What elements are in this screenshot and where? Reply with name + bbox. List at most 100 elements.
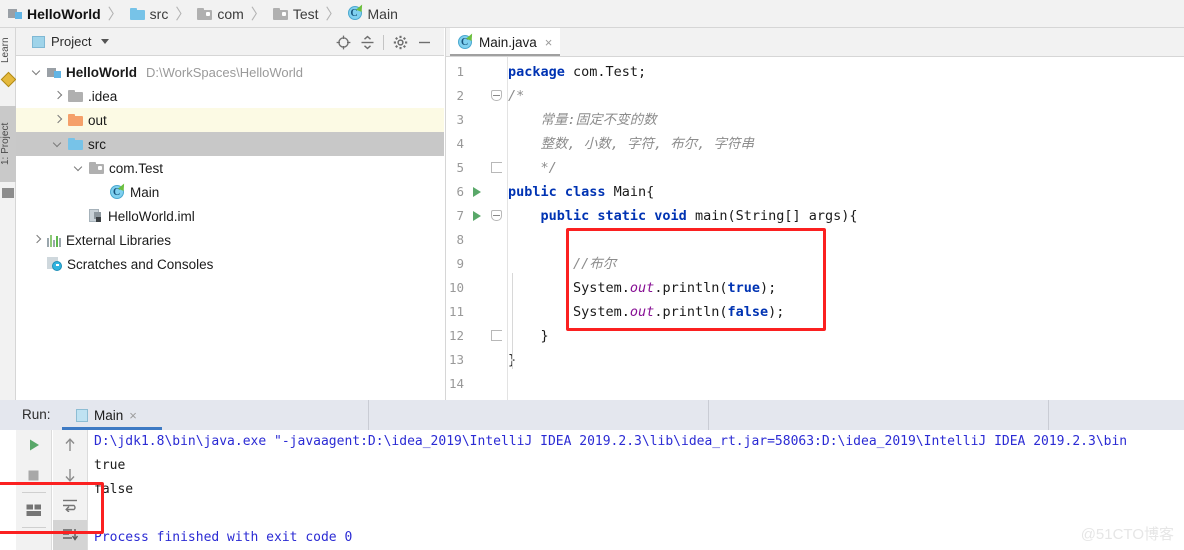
run-tab-main[interactable]: Main × (62, 400, 162, 430)
chevron-down-icon[interactable] (72, 161, 86, 175)
code-fold-end-icon[interactable] (491, 324, 502, 348)
chevron-right-icon[interactable] (51, 113, 65, 127)
tree-node-label: Scratches and Consoles (67, 256, 214, 272)
tree-node-helloworld-iml[interactable]: HelloWorld.iml (16, 204, 444, 228)
run-gutter-icon[interactable] (472, 180, 484, 204)
console-line: true (94, 458, 126, 473)
editor-tab-label: Main.java (479, 34, 537, 50)
code-token: .println( (654, 304, 728, 320)
tree-node-icon-wrap (89, 162, 104, 174)
code-token: 常量:固定不变的数 (508, 112, 657, 128)
close-icon[interactable]: × (545, 35, 553, 50)
minimize-icon[interactable] (412, 28, 436, 56)
code-fold-open-icon[interactable] (491, 204, 502, 228)
breadcrumb-item-com[interactable]: com (197, 6, 244, 22)
panel-divider (368, 400, 369, 430)
libraries-icon (47, 234, 61, 247)
code-token: //布尔 (508, 256, 617, 272)
chevron-down-icon[interactable] (51, 137, 65, 151)
project-title-dropdown[interactable]: Project (32, 34, 110, 49)
scroll-to-end-icon[interactable] (53, 520, 87, 550)
editor-gutter[interactable]: 1 2 3 4 5 6 7 8 9 10 11 12 13 14 (446, 57, 508, 400)
console-output[interactable]: D:\jdk1.8\bin\java.exe "-javaagent:D:\id… (88, 430, 1184, 550)
arrow-down-icon[interactable] (53, 460, 87, 490)
breadcrumb-separator: 〉 (107, 6, 123, 23)
sidebar-tab-project[interactable]: 1: Project (0, 106, 16, 182)
locate-icon[interactable] (331, 28, 355, 56)
breadcrumb-separator: 〉 (325, 6, 341, 23)
run-gutter-icon[interactable] (472, 204, 484, 228)
tree-node-src[interactable]: src (16, 132, 444, 156)
breadcrumb-item-src[interactable]: src (129, 5, 169, 22)
collapse-all-icon[interactable] (355, 28, 379, 56)
gear-icon[interactable] (388, 28, 412, 56)
tree-node-path: D:\WorkSpaces\HelloWorld (146, 64, 304, 80)
tree-node-label: Main (130, 184, 160, 200)
code-fold-end-icon[interactable] (491, 156, 502, 180)
soft-wrap-icon[interactable] (53, 490, 87, 520)
editor-tab-bar: C Main.java × (446, 28, 1184, 57)
tree-node-helloworld[interactable]: HelloWorld D:\WorkSpaces\HelloWorld (16, 60, 444, 84)
layout-icon[interactable] (16, 495, 51, 525)
line-number: 2 (456, 88, 464, 103)
sidebar-tab-learn[interactable]: Learn (0, 28, 16, 72)
code-lines: package com.Test; /* 常量:固定不变的数 整数, 小数, 字符… (508, 57, 1184, 400)
line-number: 6 (456, 184, 464, 199)
line-number: 5 (456, 160, 464, 175)
code-token: false (727, 304, 769, 320)
breadcrumb-item-helloworld[interactable]: HelloWorld (8, 6, 101, 22)
tree-node-external-libraries[interactable]: External Libraries (16, 228, 444, 252)
tree-node-out[interactable]: out (16, 108, 444, 132)
code-token: Main{ (605, 184, 655, 200)
tree-node-icon-wrap (47, 234, 61, 247)
run-icon[interactable] (16, 430, 51, 460)
code-line: 常量:固定不变的数 (508, 108, 657, 132)
module-icon (47, 66, 61, 79)
run-body: D:\jdk1.8\bin\java.exe "-javaagent:D:\id… (0, 430, 1184, 550)
line-number: 13 (448, 352, 464, 367)
tree-node-label: out (88, 112, 107, 128)
tree-node-main[interactable]: C Main (16, 180, 444, 204)
breadcrumb-separator: 〉 (175, 6, 191, 23)
project-panel-actions (331, 28, 436, 56)
line-number: 1 (456, 64, 464, 79)
close-icon[interactable]: × (129, 408, 137, 423)
breadcrumb-item-test[interactable]: Test (272, 6, 319, 22)
editor-tab-main-java[interactable]: C Main.java × (450, 28, 561, 56)
code-line: } (508, 324, 549, 348)
folder-gray-icon (68, 90, 83, 102)
project-tree[interactable]: HelloWorld D:\WorkSpaces\HelloWorld .idea o… (16, 56, 444, 400)
line-number: 3 (456, 112, 464, 127)
arrow-up-icon[interactable] (53, 430, 87, 460)
chevron-down-icon[interactable] (30, 65, 44, 79)
package-icon (197, 7, 213, 20)
run-toolbar-left (16, 430, 52, 550)
code-viewport[interactable]: 1 2 3 4 5 6 7 8 9 10 11 12 13 14 package com.Test;/* … (446, 57, 1184, 400)
left-tool-strip: Learn 1: Project (0, 28, 17, 400)
tree-node-com-test[interactable]: com.Test (16, 156, 444, 180)
code-fold-open-icon[interactable] (491, 84, 502, 108)
breadcrumb-item-label: Main (367, 5, 398, 22)
tree-arrow-spacer (93, 185, 107, 199)
console-line: D:\jdk1.8\bin\java.exe "-javaagent:D:\id… (94, 434, 1128, 449)
code-line: public static void main(String[] args){ (508, 204, 858, 228)
code-token: ); (759, 280, 777, 296)
console-line: false (94, 482, 134, 497)
folder-blue-icon (68, 138, 83, 150)
breadcrumb-item-label: src (149, 5, 169, 22)
stop-icon[interactable] (16, 460, 51, 490)
code-token: ); (768, 304, 785, 320)
project-folder-icon (2, 188, 14, 198)
console-line: Process finished with exit code 0 (94, 530, 353, 545)
package-icon (89, 162, 104, 174)
breadcrumb-item-main[interactable]: C Main (347, 3, 398, 22)
tree-node-idea[interactable]: .idea (16, 84, 444, 108)
chevron-right-icon[interactable] (30, 233, 44, 247)
tree-node-scratches-and-consoles[interactable]: Scratches and Consoles (16, 252, 444, 276)
chevron-right-icon[interactable] (51, 89, 65, 103)
code-line: public class Main{ (508, 180, 654, 204)
tree-node-label: com.Test (109, 160, 164, 176)
run-config-icon (76, 408, 88, 422)
code-line: /* (508, 84, 524, 108)
line-number: 4 (456, 136, 464, 151)
